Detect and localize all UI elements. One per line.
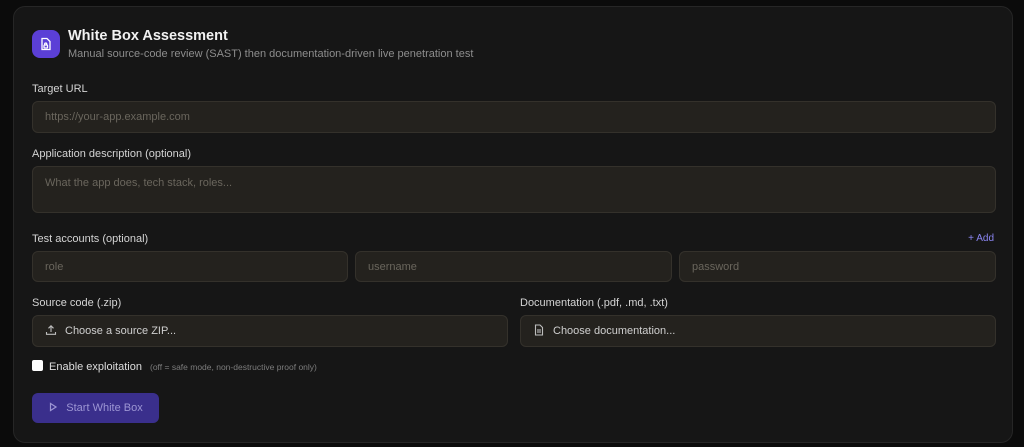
start-white-box-button[interactable]: Start White Box: [32, 393, 159, 423]
add-account-button[interactable]: + Add: [968, 233, 994, 244]
target-url-label: Target URL: [32, 83, 88, 95]
page-title: White Box Assessment: [68, 28, 228, 44]
white-box-card: White Box Assessment Manual source-code …: [13, 6, 1013, 443]
target-url-input[interactable]: [32, 101, 996, 133]
exploitation-checkbox[interactable]: [32, 360, 43, 371]
document-icon: [533, 323, 545, 339]
exploitation-hint: (off = safe mode, non-destructive proof …: [150, 362, 317, 372]
start-button-label: Start White Box: [66, 402, 143, 414]
password-input[interactable]: [679, 251, 996, 282]
documentation-button-label: Choose documentation...: [553, 325, 676, 337]
exploitation-label: Enable exploitation: [49, 361, 142, 373]
description-label: Application description (optional): [32, 148, 191, 160]
description-textarea[interactable]: [32, 166, 996, 213]
upload-icon: [45, 324, 57, 339]
documentation-label: Documentation (.pdf, .md, .txt): [520, 297, 668, 309]
documentation-picker[interactable]: Choose documentation...: [520, 315, 996, 347]
play-icon: [48, 401, 58, 415]
role-input[interactable]: [32, 251, 348, 282]
source-zip-picker[interactable]: Choose a source ZIP...: [32, 315, 508, 347]
page-subtitle: Manual source-code review (SAST) then do…: [68, 48, 474, 60]
source-zip-label: Choose a source ZIP...: [65, 325, 177, 337]
username-input[interactable]: [355, 251, 672, 282]
test-accounts-label: Test accounts (optional): [32, 233, 149, 245]
document-lock-icon: [32, 30, 60, 58]
source-code-label: Source code (.zip): [32, 297, 122, 309]
